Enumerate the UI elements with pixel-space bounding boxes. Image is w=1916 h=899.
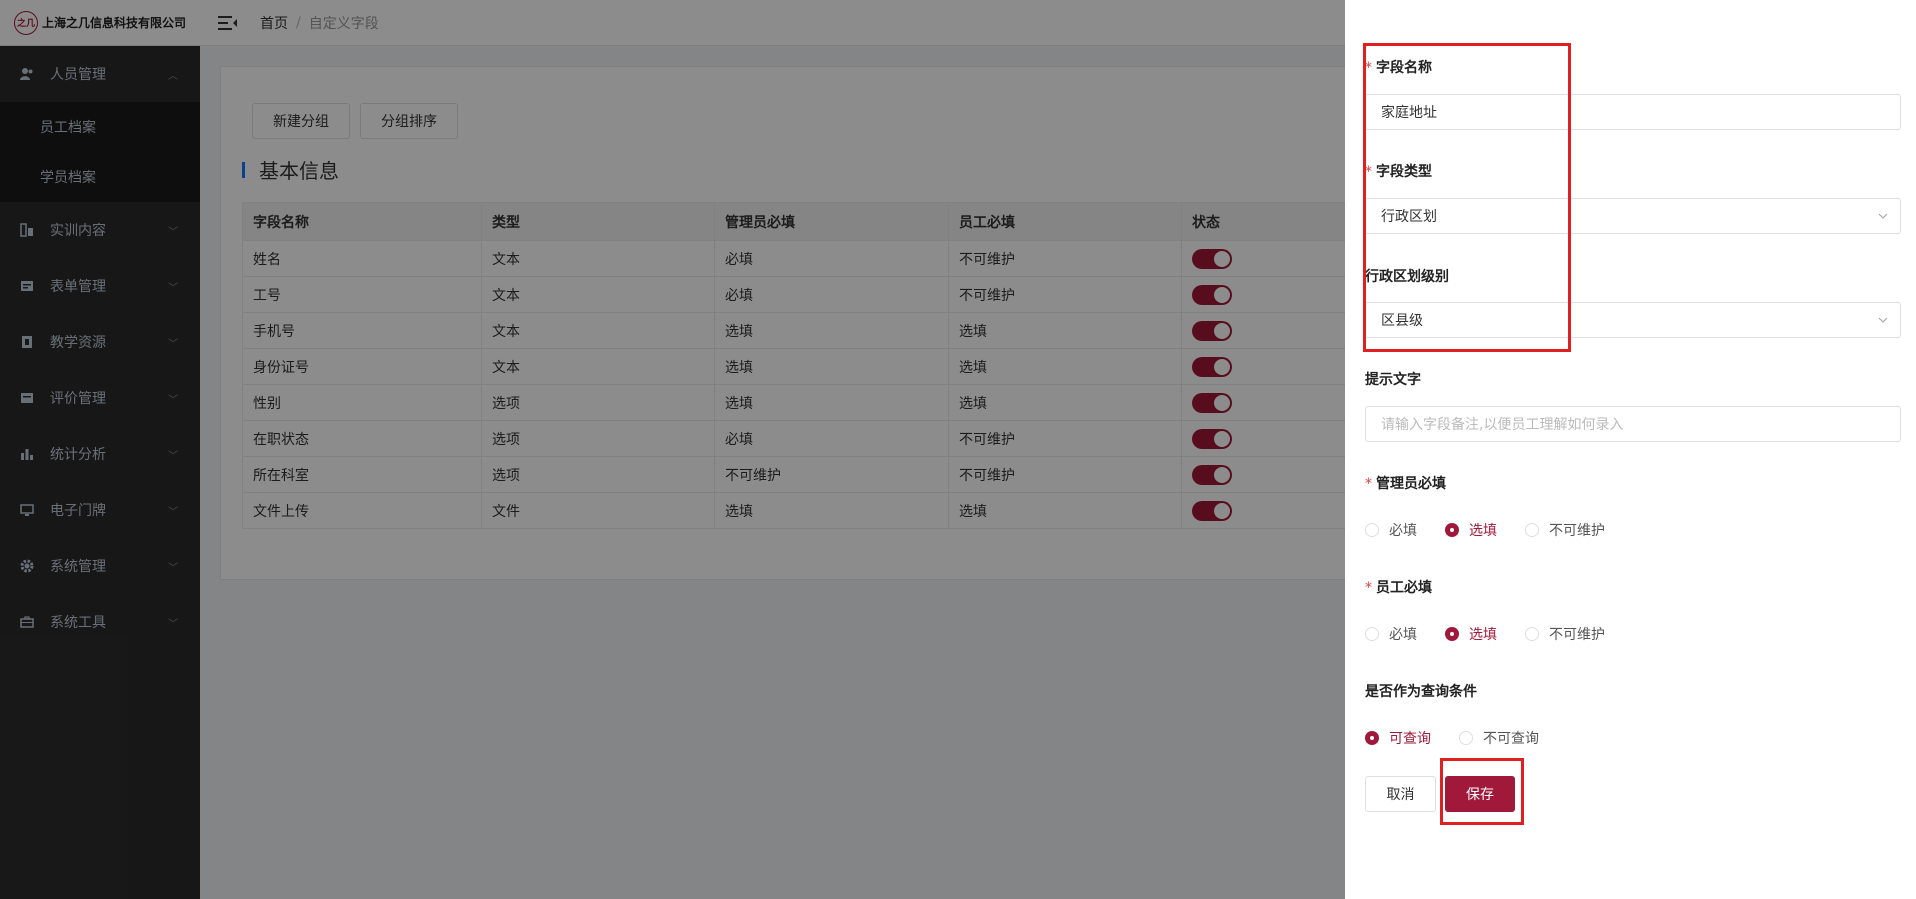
query-option-not-queryable[interactable]: 不可查询: [1459, 728, 1539, 748]
field-name-label: * 字段名称: [1365, 60, 1432, 76]
hint-placeholder: 请输入字段备注,以便员工理解如何录入: [1381, 417, 1624, 433]
chevron-down-icon: [1878, 213, 1888, 219]
radio-icon: [1365, 731, 1379, 745]
admin-required-option-optional[interactable]: 选填: [1445, 520, 1497, 540]
required-mark: *: [1365, 164, 1372, 180]
region-level-label: 行政区划级别: [1365, 269, 1449, 285]
query-condition-label: 是否作为查询条件: [1365, 684, 1477, 700]
staff-required-option-optional[interactable]: 选填: [1445, 624, 1497, 644]
required-mark: *: [1365, 60, 1372, 76]
radio-icon: [1445, 523, 1459, 537]
field-edit-drawer: * 字段名称 家庭地址 * 字段类型 行政区划 行政区划级别 区县级 提示文字 请输…: [1345, 0, 1916, 899]
hint-input[interactable]: 请输入字段备注,以便员工理解如何录入: [1365, 406, 1901, 442]
radio-icon: [1525, 627, 1539, 641]
cancel-button[interactable]: 取消: [1365, 776, 1436, 812]
field-name-value: 家庭地址: [1381, 105, 1437, 121]
query-condition-radio-group: 可查询 不可查询: [1365, 728, 1567, 748]
save-button[interactable]: 保存: [1445, 776, 1515, 812]
field-type-value: 行政区划: [1381, 209, 1437, 225]
radio-icon: [1365, 523, 1379, 537]
radio-icon: [1459, 731, 1473, 745]
radio-icon: [1525, 523, 1539, 537]
field-type-label: * 字段类型: [1365, 164, 1432, 180]
field-name-input[interactable]: 家庭地址: [1365, 94, 1901, 130]
admin-required-radio-group: 必填 选填 不可维护: [1365, 520, 1633, 540]
modal-overlay[interactable]: [0, 0, 1345, 899]
region-level-value: 区县级: [1381, 313, 1423, 329]
query-option-queryable[interactable]: 可查询: [1365, 728, 1431, 748]
staff-required-option-none[interactable]: 不可维护: [1525, 624, 1605, 644]
staff-required-option-required[interactable]: 必填: [1365, 624, 1417, 644]
admin-required-option-required[interactable]: 必填: [1365, 520, 1417, 540]
required-mark: *: [1365, 580, 1372, 596]
region-level-select[interactable]: 区县级: [1365, 302, 1901, 338]
radio-icon: [1365, 627, 1379, 641]
admin-required-label: * 管理员必填: [1365, 476, 1446, 492]
chevron-down-icon: [1878, 317, 1888, 323]
radio-icon: [1445, 627, 1459, 641]
staff-required-radio-group: 必填 选填 不可维护: [1365, 624, 1633, 644]
hint-label: 提示文字: [1365, 372, 1421, 388]
field-type-select[interactable]: 行政区划: [1365, 198, 1901, 234]
admin-required-option-none[interactable]: 不可维护: [1525, 520, 1605, 540]
required-mark: *: [1365, 476, 1372, 492]
staff-required-label: * 员工必填: [1365, 580, 1432, 596]
